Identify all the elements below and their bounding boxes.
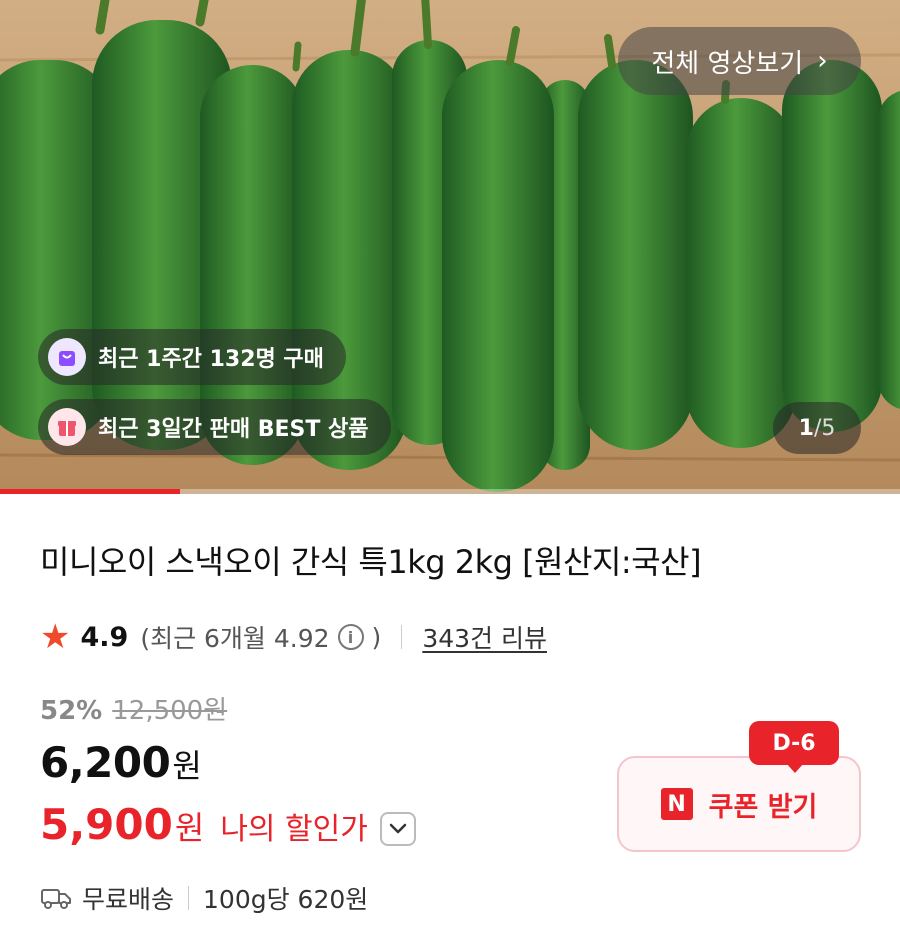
rating-recent: (최근 6개월 4.92 i ) xyxy=(140,619,381,655)
my-discount-price: 5,900 원 나의 할인가 xyxy=(40,800,416,849)
counter-total: 5 xyxy=(821,415,836,441)
gallery-progress-bar xyxy=(0,489,900,494)
product-title: 미니오이 스낵오이 간식 특1kg 2kg [원산지:국산] xyxy=(40,543,702,581)
divider xyxy=(188,886,190,910)
video-button-label: 전체 영상보기 xyxy=(651,48,804,79)
my-price-label: 나의 할인가 xyxy=(220,812,368,847)
dday-badge: D-6 xyxy=(749,721,839,765)
gallery-progress-fill xyxy=(0,489,180,494)
best-seller-badge: 최근 3일간 판매 BEST 상품 xyxy=(38,399,391,455)
discount-rate: 52% xyxy=(40,696,103,726)
my-price-unit: 원 xyxy=(174,809,205,847)
counter-current: 1 xyxy=(798,415,814,441)
review-count-link[interactable]: 343건 리뷰 xyxy=(422,619,547,655)
recent-purchases-badge: 최근 1주간 132명 구매 xyxy=(38,329,346,385)
get-coupon-button[interactable]: N 쿠폰 받기 xyxy=(617,756,861,852)
recent-purchases-text: 최근 1주간 132명 구매 xyxy=(98,347,324,372)
product-image-gallery[interactable]: 전체 영상보기 › 최근 1주간 132명 구매 최근 3일간 판매 BEST … xyxy=(0,0,900,494)
gift-icon xyxy=(48,408,86,446)
divider xyxy=(401,625,403,649)
unit-price: 100g당 620원 xyxy=(203,885,369,914)
sale-price-unit: 원 xyxy=(172,747,202,785)
star-icon: ★ xyxy=(40,617,71,657)
counter-separator: / xyxy=(813,415,822,441)
truck-icon xyxy=(40,886,72,910)
chevron-right-icon: › xyxy=(817,46,828,76)
naver-logo-icon: N xyxy=(660,788,693,820)
original-price: 12,500원 xyxy=(112,696,228,726)
my-price-value: 5,900 xyxy=(40,800,173,849)
rating-value: 4.9 xyxy=(80,621,129,653)
rating-recent-suffix: ) xyxy=(371,622,382,652)
sale-price: 6,200 원 xyxy=(40,738,202,787)
rating-row: ★ 4.9 (최근 6개월 4.92 i ) 343건 리뷰 xyxy=(40,617,547,657)
shipping-row: 무료배송 100g당 620원 xyxy=(40,880,368,916)
info-icon[interactable]: i xyxy=(337,624,364,650)
rating-recent-prefix: (최근 6개월 4.92 xyxy=(140,624,330,653)
watch-all-videos-button[interactable]: 전체 영상보기 › xyxy=(618,27,861,95)
image-counter: 1 / 5 xyxy=(773,402,861,454)
sale-price-value: 6,200 xyxy=(40,738,171,787)
best-seller-text: 최근 3일간 판매 BEST 상품 xyxy=(98,417,369,442)
chevron-down-icon[interactable] xyxy=(379,811,416,846)
dday-badge-tail xyxy=(786,763,804,773)
get-coupon-label: 쿠폰 받기 xyxy=(708,791,818,823)
shopping-bag-icon xyxy=(48,338,86,376)
discount-row: 52% 12,500원 xyxy=(40,690,227,727)
shipping-text: 무료배송 xyxy=(82,885,175,914)
